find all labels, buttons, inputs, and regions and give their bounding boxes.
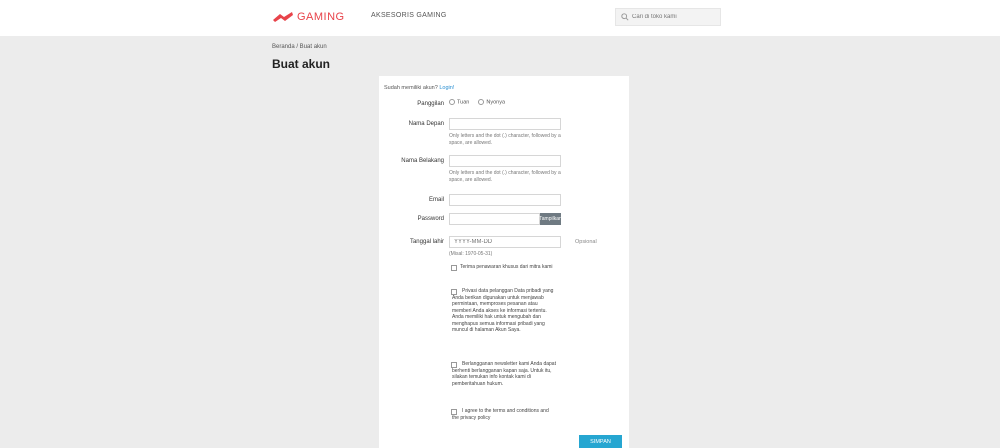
radio-mr-label: Tuan (457, 99, 470, 106)
birthdate-optional: Opsional (575, 239, 597, 245)
search-box[interactable] (615, 8, 721, 26)
show-password-button[interactable]: Tampilkan (539, 213, 562, 225)
password-field[interactable] (449, 213, 540, 225)
email-label: Email (428, 197, 444, 203)
radio-mr[interactable] (449, 99, 455, 105)
terms-checkbox-label: I agree to the terms and conditions and … (452, 408, 549, 421)
password-label: Password (417, 216, 444, 222)
birthdate-field[interactable] (449, 236, 561, 248)
page-title: Buat akun (272, 57, 331, 71)
site-logo[interactable]: GAMING (272, 8, 345, 26)
title-radio-group: Tuan Nyonya (449, 99, 505, 105)
radio-mrs-label: Nyonya (486, 99, 506, 106)
birthdate-example: (Misal: 1970-05-31) (449, 251, 493, 257)
login-prompt-text: Sudah memiliki akun? (384, 85, 438, 91)
last-name-label: Nama Belakang (401, 158, 444, 164)
last-name-field[interactable] (449, 155, 561, 167)
offers-checkbox[interactable] (451, 265, 457, 271)
logo-text: GAMING (297, 11, 345, 23)
title-label: Panggilan (417, 101, 444, 107)
nav-link-gaming-accessories[interactable]: AKSESORIS GAMING (371, 12, 447, 19)
breadcrumb: Beranda / Buat akun (272, 44, 327, 50)
registration-form (379, 76, 629, 448)
search-icon[interactable] (621, 13, 629, 21)
save-button[interactable]: SIMPAN (579, 435, 622, 448)
last-name-help: Only letters and the dot (.) character, … (449, 170, 561, 183)
birthdate-label: Tanggal lahir (409, 239, 444, 245)
first-name-label: Nama Depan (408, 121, 444, 127)
login-link[interactable]: Login! (439, 85, 454, 91)
search-input[interactable] (632, 14, 717, 20)
offers-checkbox-label: Terima penawaran khusus dari mitra kami (460, 264, 553, 270)
email-field[interactable] (449, 194, 561, 206)
top-bar: GAMING AKSESORIS GAMING (0, 0, 1000, 36)
first-name-field[interactable] (449, 118, 561, 130)
first-name-help: Only letters and the dot (.) character, … (449, 133, 561, 146)
logo-icon (273, 12, 293, 22)
radio-mrs[interactable] (478, 99, 485, 105)
customer-privacy-label: Privasi data pelanggan Data pribadi yang… (452, 288, 554, 333)
login-prompt: Sudah memiliki akun? Login! (384, 85, 454, 91)
newsletter-checkbox-label: Berlangganan newsletter kami Anda dapat … (452, 361, 556, 387)
